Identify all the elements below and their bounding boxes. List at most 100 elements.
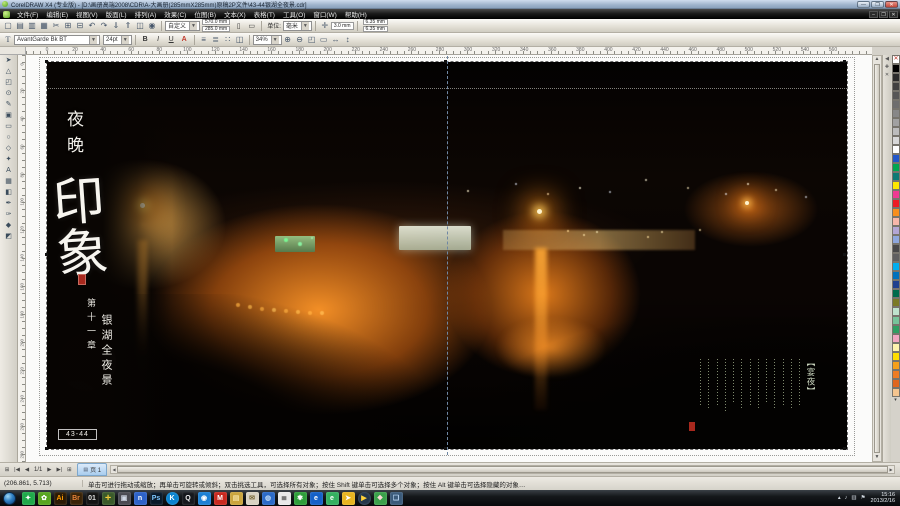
zoom-width-icon[interactable]: ↔ bbox=[330, 34, 342, 46]
page-tab[interactable]: ▤ 页 1 bbox=[77, 463, 107, 476]
palette-swatch-37[interactable] bbox=[892, 388, 900, 397]
ruler-origin-corner[interactable] bbox=[0, 47, 26, 55]
palette-swatch-11[interactable] bbox=[892, 154, 900, 163]
palette-swatch-9[interactable] bbox=[892, 136, 900, 145]
add-page-button-2[interactable]: ⊞ bbox=[64, 467, 74, 473]
menu-item-0[interactable]: 文件(F) bbox=[13, 9, 42, 19]
palette-swatch-10[interactable] bbox=[892, 145, 900, 154]
vertical-scrollbar[interactable]: ▲ ▼ bbox=[872, 55, 882, 462]
taskbar-monitor-app[interactable]: ❑ bbox=[390, 492, 403, 505]
menu-item-3[interactable]: 版面(L) bbox=[102, 9, 131, 19]
palette-swatch-18[interactable] bbox=[892, 217, 900, 226]
prev-page-button[interactable]: ◀ bbox=[22, 467, 32, 473]
palette-swatch-7[interactable] bbox=[892, 118, 900, 127]
undo-icon[interactable]: ↶ bbox=[86, 20, 98, 32]
taskbar-m-red-app[interactable]: M bbox=[214, 492, 227, 505]
zoom-height-icon[interactable]: ↕ bbox=[342, 34, 354, 46]
import-icon[interactable]: ⇓ bbox=[110, 20, 122, 32]
palette-swatch-1[interactable] bbox=[892, 64, 900, 73]
palette-swatch-13[interactable] bbox=[892, 172, 900, 181]
palette-swatch-33[interactable] bbox=[892, 352, 900, 361]
menu-item-10[interactable]: 窗口(W) bbox=[309, 9, 340, 19]
palette-swatch-30[interactable] bbox=[892, 325, 900, 334]
duplicate-y-field[interactable]: 6.35 mm bbox=[363, 26, 388, 32]
docker-strip[interactable]: ◀✚✕ bbox=[882, 55, 891, 462]
menu-item-9[interactable]: 工具(O) bbox=[279, 9, 309, 19]
font-size-combo[interactable]: 24pt▼ bbox=[103, 35, 132, 45]
bullet-list-icon[interactable]: ∷ bbox=[222, 34, 234, 46]
page-height-field[interactable]: 285.0 mm bbox=[202, 26, 230, 32]
doc-close-button[interactable]: ✕ bbox=[889, 11, 898, 18]
menu-item-2[interactable]: 视图(V) bbox=[72, 9, 102, 19]
interactive-fill-tool[interactable]: ◩ bbox=[0, 231, 17, 242]
center-guideline[interactable] bbox=[447, 56, 448, 455]
palette-swatch-24[interactable] bbox=[892, 271, 900, 280]
smart-fill-tool[interactable]: ▣ bbox=[0, 110, 17, 121]
taskbar-green-red-app[interactable]: ❖ bbox=[374, 492, 387, 505]
outline-tool[interactable]: ✑ bbox=[0, 209, 17, 220]
taskbar-green-bird[interactable]: ✿ bbox=[38, 492, 51, 505]
palette-swatch-34[interactable] bbox=[892, 361, 900, 370]
font-combo[interactable]: AvantGarde Bk BT▼ bbox=[14, 35, 100, 45]
underline-button[interactable]: U bbox=[165, 33, 178, 46]
blend-tool[interactable]: ◧ bbox=[0, 187, 17, 198]
palette-swatch-27[interactable] bbox=[892, 298, 900, 307]
palette-swatch-21[interactable] bbox=[892, 244, 900, 253]
taskbar-browser-swirl[interactable]: ◉ bbox=[198, 492, 211, 505]
palette-scroll-down-icon[interactable]: ▾ bbox=[891, 397, 900, 403]
taskbar-dark-app[interactable]: 01 bbox=[86, 492, 99, 505]
palette-swatch-26[interactable] bbox=[892, 289, 900, 298]
palette-swatch-16[interactable] bbox=[892, 199, 900, 208]
text-color-button[interactable]: A bbox=[178, 33, 191, 46]
horizontal-scrollbar[interactable]: ◀ ▶ bbox=[110, 465, 895, 474]
text-tool[interactable]: A bbox=[0, 165, 17, 176]
cut-icon[interactable]: ✂ bbox=[50, 20, 62, 32]
palette-swatch-22[interactable] bbox=[892, 253, 900, 262]
last-page-button[interactable]: ▶| bbox=[54, 467, 64, 473]
palette-swatch-6[interactable] bbox=[892, 109, 900, 118]
taskbar-system-folder[interactable]: ▣ bbox=[118, 492, 131, 505]
landscape-button[interactable]: ▭ bbox=[245, 19, 258, 32]
docker-icon-0[interactable]: ◀ bbox=[883, 55, 891, 63]
docker-icon-2[interactable]: ✕ bbox=[883, 71, 891, 79]
scroll-up-icon[interactable]: ▲ bbox=[873, 56, 881, 63]
palette-swatch-14[interactable] bbox=[892, 181, 900, 190]
page-width-field[interactable]: 570.0 mm bbox=[202, 19, 230, 25]
bold-button[interactable]: B bbox=[139, 33, 152, 46]
taskbar-notepad-app[interactable]: ≣ bbox=[278, 492, 291, 505]
palette-swatch-20[interactable] bbox=[892, 235, 900, 244]
print-icon[interactable]: ▦ bbox=[38, 20, 50, 32]
welcome-screen-icon[interactable]: ◉ bbox=[146, 20, 158, 32]
document-page[interactable]: 夜晚 印象 第十一章 银湖全夜景 43-44 【宴夜】 bbox=[47, 62, 847, 449]
palette-swatch-17[interactable] bbox=[892, 208, 900, 217]
taskbar-blue-n-app[interactable]: n bbox=[134, 492, 147, 505]
taskbar-globe-app[interactable]: ◍ bbox=[262, 492, 275, 505]
zoom-out-icon[interactable]: ⊖ bbox=[294, 34, 306, 46]
align-left-icon[interactable]: ≡ bbox=[198, 34, 210, 46]
justify-icon[interactable]: ≣ bbox=[210, 34, 222, 46]
crop-tool[interactable]: ◰ bbox=[0, 77, 17, 88]
horizontal-ruler[interactable]: 0204060801001201401601802002202402602803… bbox=[26, 47, 872, 55]
ellipse-tool[interactable]: ○ bbox=[0, 132, 17, 143]
units-combo[interactable]: 毫米▼ bbox=[283, 21, 312, 31]
doc-minimize-button[interactable]: – bbox=[869, 11, 878, 18]
taskbar-internet-explorer[interactable]: e bbox=[310, 492, 323, 505]
nudge-field[interactable]: 3.0 mm bbox=[331, 22, 354, 30]
palette-swatch-32[interactable] bbox=[892, 343, 900, 352]
taskbar-qq[interactable]: Q bbox=[182, 492, 195, 505]
selection-handles[interactable] bbox=[45, 60, 48, 63]
tray-icon-0[interactable]: ▴ bbox=[838, 495, 841, 501]
basic-shapes-tool[interactable]: ✦ bbox=[0, 154, 17, 165]
docker-icon-1[interactable]: ✚ bbox=[883, 63, 891, 71]
menu-item-5[interactable]: 效果(C) bbox=[160, 9, 190, 19]
taskbar-adobe-photoshop[interactable]: Ps bbox=[150, 492, 163, 505]
taskbar-green-media[interactable]: ✦ bbox=[22, 492, 35, 505]
app-launcher-icon[interactable]: ◫ bbox=[134, 20, 146, 32]
minimize-button[interactable]: — bbox=[857, 1, 870, 8]
palette-swatch-3[interactable] bbox=[892, 82, 900, 91]
tray-clock[interactable]: 15:16 2013/2/16 bbox=[871, 492, 895, 505]
taskbar-adobe-illustrator[interactable]: Ai bbox=[54, 492, 67, 505]
palette-swatch-29[interactable] bbox=[892, 316, 900, 325]
palette-swatch-0[interactable]: ✕ bbox=[892, 55, 900, 64]
menu-item-7[interactable]: 文本(X) bbox=[220, 9, 250, 19]
